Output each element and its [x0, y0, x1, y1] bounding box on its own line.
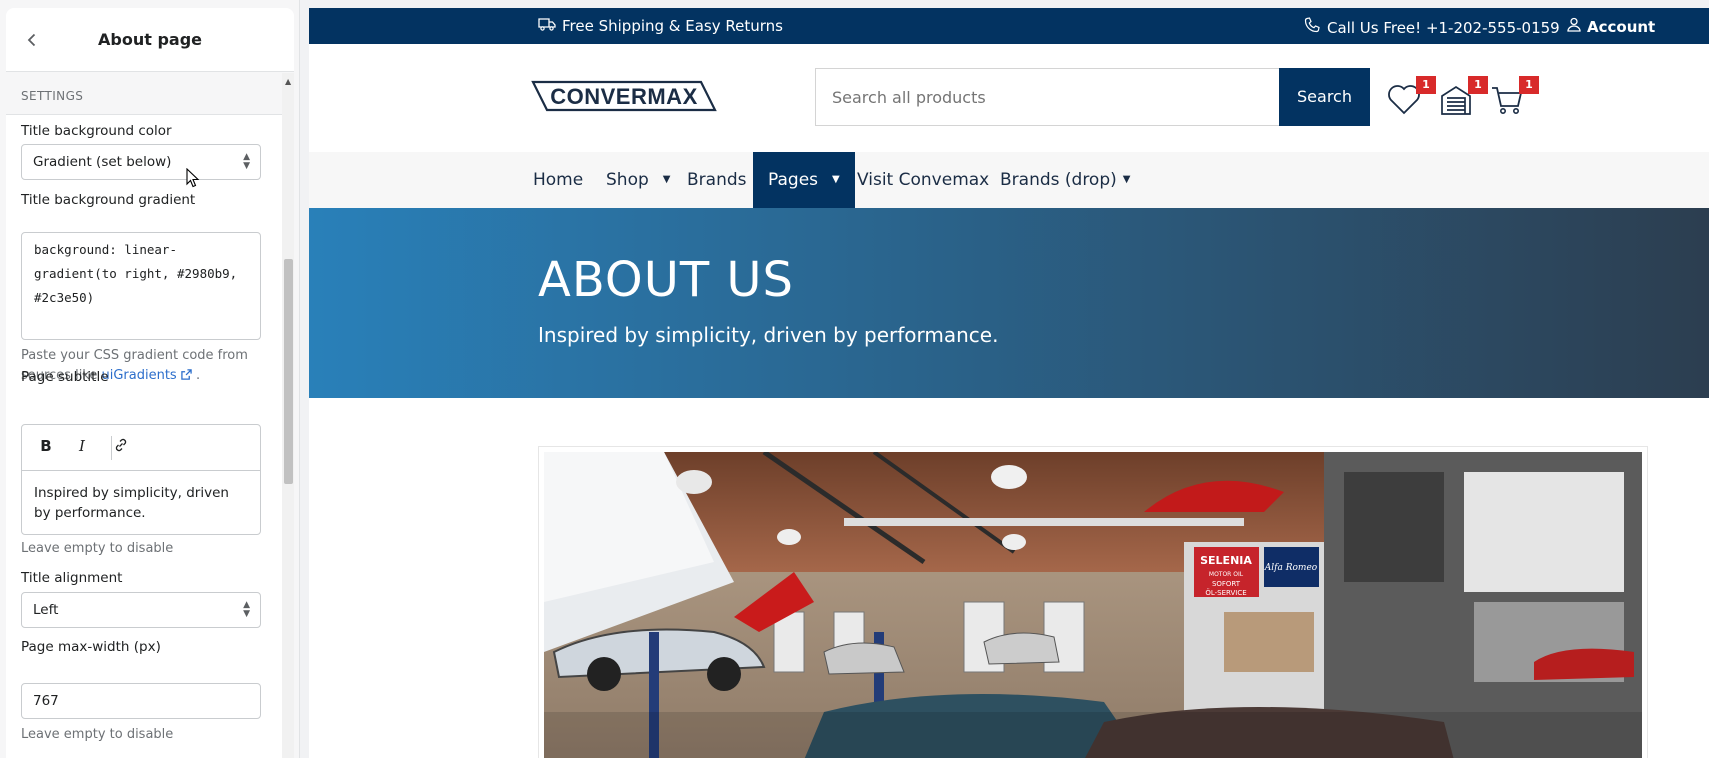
user-icon: [1567, 17, 1581, 36]
phone-icon: [1303, 17, 1321, 37]
external-link-icon: [181, 369, 192, 380]
caret-down-icon: ▼: [662, 174, 671, 185]
page-max-width-label: Page max-width (px): [21, 639, 161, 655]
nav-brands[interactable]: Brands: [672, 152, 762, 208]
nav-home-label: Home: [533, 170, 584, 190]
title-bg-color-label: Title background color: [21, 123, 172, 139]
link-icon: [115, 438, 127, 452]
storefront-preview: Free Shipping & Easy Returns Call Us Fre…: [309, 8, 1709, 758]
site-header: CONVERMAX Search 1 1 1: [309, 44, 1709, 152]
truck-icon: [538, 17, 556, 35]
nav-visit-convemax[interactable]: Visit Convemax: [842, 152, 1004, 208]
gradient-help-suffix: .: [191, 368, 201, 383]
nav-home[interactable]: Home: [518, 152, 598, 208]
nav-shop-label: Shop: [606, 170, 649, 190]
sign-alfa-romeo: Alfa Romeo: [1264, 563, 1318, 573]
title-alignment-select[interactable]: Left ▲ ▼: [21, 592, 261, 628]
logo-text: CONVERMAX: [550, 84, 698, 109]
theme-editor-sidebar: About page SETTINGS Title background col…: [0, 0, 300, 758]
cart-button[interactable]: 1: [1489, 76, 1539, 120]
select-arrows-icon: ▲ ▼: [243, 600, 250, 619]
nav-brands-drop[interactable]: Brands (drop) ▼: [985, 152, 1145, 208]
rte-toolbar: B I: [22, 425, 260, 471]
garage-badge: 1: [1468, 76, 1488, 94]
sign-oel-service: ÖL-SERVICE: [1205, 588, 1246, 597]
site-logo[interactable]: CONVERMAX: [531, 80, 717, 112]
sidebar-scrollbar[interactable]: ▲: [282, 73, 294, 758]
sidebar-header: About page: [6, 8, 294, 72]
main-navigation: Home Shop ▼ Brands Pages ▼ Visit Convemax …: [309, 152, 1709, 208]
search-box: [815, 68, 1279, 126]
mouse-pointer-icon: [186, 168, 200, 188]
nav-pages[interactable]: Pages ▼: [753, 152, 855, 208]
garage-illustration: SELENIA MOTOR OIL SOFORT ÖL-SERVICE Alfa…: [544, 452, 1642, 758]
sign-sofort: SOFORT: [1212, 580, 1241, 588]
wishlist-badge: 1: [1416, 76, 1436, 94]
scroll-up-arrow-icon[interactable]: ▲: [285, 77, 291, 86]
shipping-notice: Free Shipping & Easy Returns: [538, 17, 783, 35]
wishlist-button[interactable]: 1: [1386, 76, 1436, 120]
italic-button[interactable]: I: [70, 437, 94, 459]
phone-link[interactable]: Call Us Free! +1-202-555-0159: [1303, 17, 1560, 37]
account-text: Account: [1587, 18, 1656, 36]
uigradients-link-label: uiGradients: [101, 368, 177, 383]
nav-brands-drop-label: Brands (drop): [1000, 170, 1117, 190]
settings-section-label: SETTINGS: [21, 89, 84, 103]
title-alignment-label: Title alignment: [21, 570, 123, 586]
link-button[interactable]: [109, 437, 133, 459]
page-title: ABOUT US: [538, 252, 795, 308]
scrollbar-thumb[interactable]: [284, 259, 293, 484]
search-button[interactable]: Search: [1279, 68, 1370, 126]
phone-text: Call Us Free! +1-202-555-0159: [1327, 19, 1560, 37]
page-title-banner: ABOUT US Inspired by simplicity, driven …: [309, 208, 1709, 398]
page-subtitle-content[interactable]: Inspired by simplicity, driven by perfor…: [22, 471, 260, 535]
settings-panel: SETTINGS Title background color Gradient…: [6, 73, 294, 758]
caret-down-icon: ▼: [1122, 174, 1131, 185]
garage-workshop-photo: SELENIA MOTOR OIL SOFORT ÖL-SERVICE Alfa…: [544, 452, 1642, 758]
max-width-help-text: Leave empty to disable: [21, 727, 174, 742]
title-alignment-value: Left: [33, 602, 59, 618]
shipping-text: Free Shipping & Easy Returns: [562, 17, 783, 35]
title-bg-color-value: Gradient (set below): [33, 154, 172, 170]
account-link[interactable]: Account: [1567, 17, 1655, 36]
nav-brands-label: Brands: [687, 170, 747, 190]
page-max-width-input[interactable]: 767: [21, 683, 261, 719]
page-subtitle-label: Page subtitle: [21, 369, 109, 385]
page-subtitle-editor: B I Inspired by simplicity, driven by pe…: [21, 424, 261, 535]
subtitle-help-text: Leave empty to disable: [21, 541, 174, 556]
title-bg-color-select[interactable]: Gradient (set below) ▲ ▼: [21, 144, 261, 180]
select-arrows-icon: ▲ ▼: [243, 152, 250, 171]
nav-pages-label: Pages: [768, 170, 819, 190]
sign-motor-oil: MOTOR OIL: [1209, 571, 1244, 578]
title-bg-gradient-label: Title background gradient: [21, 192, 196, 208]
sign-selenia: SELENIA: [1200, 554, 1252, 567]
garage-button[interactable]: 1: [1438, 76, 1488, 120]
nav-visit-convemax-label: Visit Convemax: [857, 170, 990, 190]
settings-section-header: SETTINGS: [6, 73, 282, 115]
cart-badge: 1: [1519, 76, 1539, 94]
sidebar-title: About page: [98, 30, 202, 49]
uigradients-link[interactable]: uiGradients: [102, 368, 192, 383]
search-input[interactable]: [816, 69, 1279, 125]
announcement-bar: Free Shipping & Easy Returns Call Us Fre…: [309, 8, 1709, 44]
about-image-frame: SELENIA MOTOR OIL SOFORT ÖL-SERVICE Alfa…: [538, 446, 1648, 758]
bold-button[interactable]: B: [34, 437, 58, 459]
caret-down-icon: ▼: [832, 174, 840, 185]
title-bg-gradient-textarea[interactable]: background: linear- gradient(to right, #…: [21, 232, 261, 340]
page-subtitle: Inspired by simplicity, driven by perfor…: [538, 323, 999, 347]
